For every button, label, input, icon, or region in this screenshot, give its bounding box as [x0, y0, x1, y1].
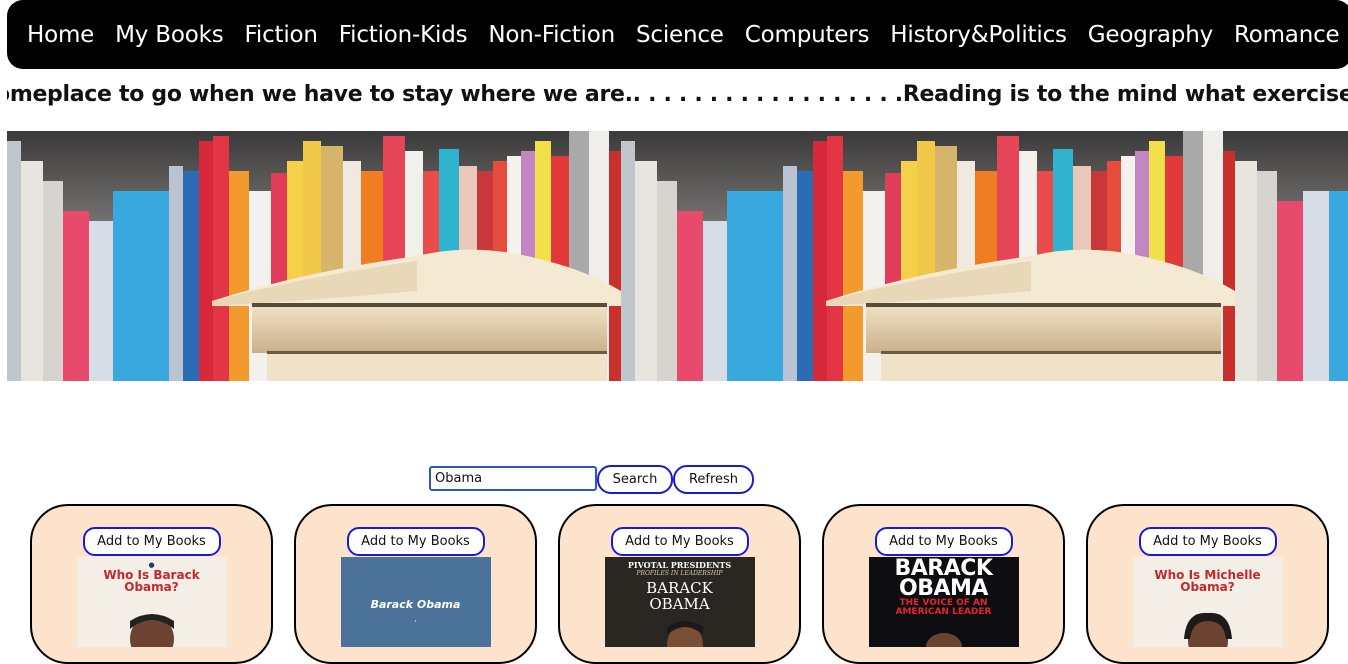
book-card: Add to My Books PIVOTAL PRESIDENTS PROFI…	[558, 504, 801, 664]
nav-item-non-fiction[interactable]: Non-Fiction	[488, 22, 615, 48]
refresh-button[interactable]: Refresh	[673, 465, 754, 494]
cover-title: Who Is Michelle Obama?	[1154, 568, 1261, 594]
book-card: Add to My Books ● Who Is Barack Obama?	[30, 504, 273, 664]
marquee-text: omeplace to go when we have to stay wher…	[7, 82, 1348, 107]
nav-item-computers[interactable]: Computers	[745, 22, 870, 48]
nav-item-science[interactable]: Science	[636, 22, 724, 48]
cover-subtitle: PROFILES IN LEADERSHIP	[636, 570, 723, 577]
cover-subtitle: THE VOICE OF AN AMERICAN LEADER	[895, 598, 992, 617]
add-to-my-books-button[interactable]: Add to My Books	[610, 527, 749, 556]
portrait-image	[129, 614, 174, 647]
book-cover[interactable]: Who Is Michelle Obama?	[1132, 557, 1283, 647]
bookshelf-banner-image	[7, 131, 1348, 381]
nav-item-history-politics[interactable]: History&Politics	[890, 22, 1067, 48]
cover-title: BARACK OBAMA	[646, 579, 713, 613]
book-cover[interactable]: BARACK OBAMA THE VOICE OF AN AMERICAN LE…	[868, 557, 1019, 647]
portrait-image	[1183, 612, 1232, 647]
book-card: Add to My Books Barack Obama ·	[294, 504, 537, 664]
bookshelf-banner	[7, 131, 1348, 381]
nav-item-fiction-kids[interactable]: Fiction-Kids	[339, 22, 468, 48]
nav-item-my-books[interactable]: My Books	[115, 22, 224, 48]
nav-item-romance[interactable]: Romance	[1234, 22, 1340, 48]
book-card: Add to My Books BARACK OBAMA THE VOICE O…	[822, 504, 1065, 664]
book-cover[interactable]: PIVOTAL PRESIDENTS PROFILES IN LEADERSHI…	[604, 557, 755, 647]
book-cover[interactable]: Barack Obama ·	[340, 557, 491, 647]
cover-title: BARACK OBAMA	[894, 557, 993, 601]
cover-title: Barack Obama	[370, 598, 461, 611]
cover-title: Who Is Barack Obama?	[103, 568, 200, 594]
search-button[interactable]: Search	[597, 465, 673, 494]
cover-series: PIVOTAL PRESIDENTS	[627, 560, 732, 570]
add-to-my-books-button[interactable]: Add to My Books	[1138, 527, 1277, 556]
add-to-my-books-button[interactable]: Add to My Books	[874, 527, 1013, 556]
nav-item-geography[interactable]: Geography	[1088, 22, 1213, 48]
top-nav: Home My Books Fiction Fiction-Kids Non-F…	[7, 0, 1348, 69]
add-to-my-books-button[interactable]: Add to My Books	[346, 527, 485, 556]
quote-marquee: omeplace to go when we have to stay wher…	[7, 80, 1348, 114]
portrait-image	[925, 633, 962, 647]
nav-item-fiction[interactable]: Fiction	[245, 22, 318, 48]
nav-item-home[interactable]: Home	[27, 22, 94, 48]
portrait-image	[666, 621, 703, 647]
search-input[interactable]	[429, 466, 597, 491]
nav-items: Home My Books Fiction Fiction-Kids Non-F…	[27, 0, 1348, 69]
add-to-my-books-button[interactable]: Add to My Books	[82, 527, 221, 556]
book-card: Add to My Books Who Is Michelle Obama?	[1086, 504, 1329, 664]
book-cover[interactable]: ● Who Is Barack Obama?	[76, 557, 227, 647]
